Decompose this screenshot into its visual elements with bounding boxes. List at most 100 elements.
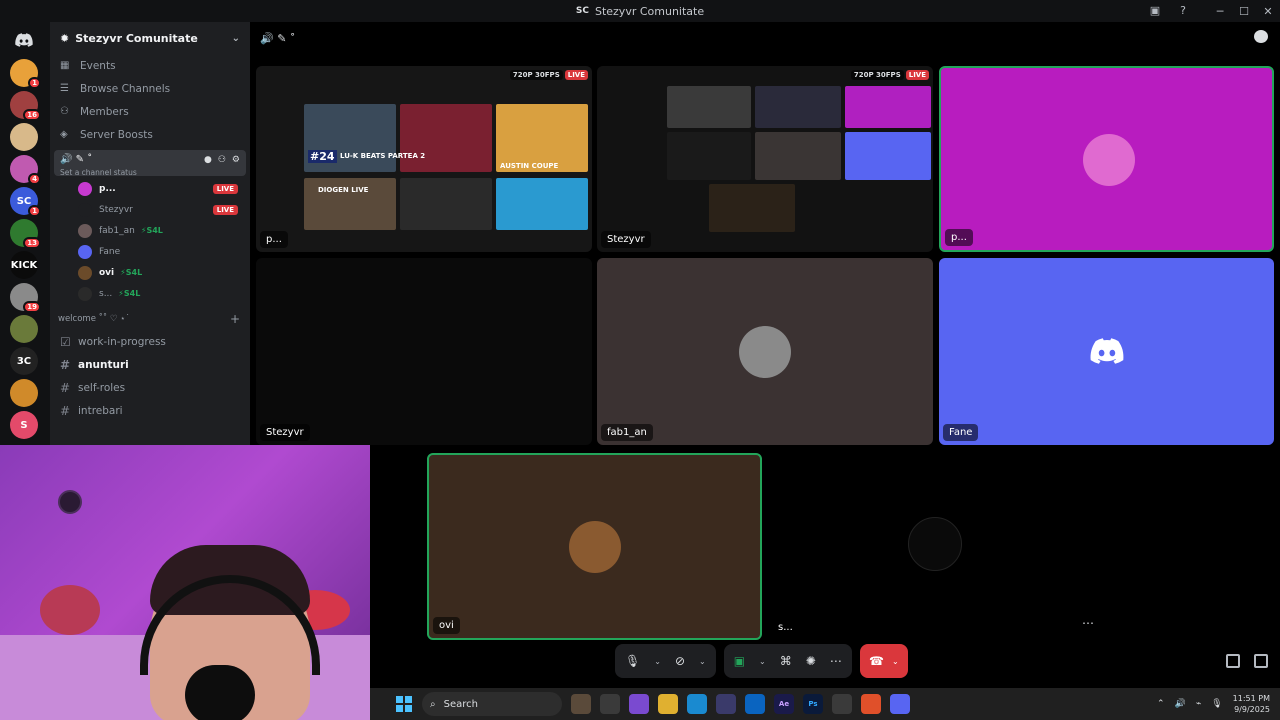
server-icon[interactable]: S [10, 411, 38, 439]
more-options-icon[interactable]: ⋯ [1082, 616, 1094, 630]
channel-anunturi[interactable]: # anunturi [50, 353, 250, 376]
stream-tile-stezyvr[interactable]: 720P 30FPS LIVE Stezyvr [597, 66, 933, 252]
voice-channel-active[interactable]: 🔊 ✎ ˚ ● ⚇ ⚙ Set a channel status [54, 150, 246, 177]
add-member-icon[interactable]: ⚇ [218, 155, 226, 165]
popout-icon[interactable] [1226, 654, 1240, 668]
channel-status[interactable]: Set a channel status [60, 168, 240, 177]
taskview-icon[interactable] [571, 694, 591, 714]
screen-share-icon[interactable]: ▣ [734, 654, 745, 668]
chevron-down-icon[interactable]: ⌄ [759, 657, 766, 666]
mic-tray-icon[interactable]: 🎙 [1211, 699, 1222, 709]
voice-member[interactable]: fab1_an ⚡S4L [50, 220, 250, 241]
server-icon[interactable]: 4 [10, 155, 41, 185]
store-icon[interactable] [716, 694, 736, 714]
member-name: Fane [99, 246, 121, 257]
photoshop-icon[interactable]: Ps [803, 694, 823, 714]
minimize-button[interactable]: ─ [1208, 5, 1232, 18]
activity-icon[interactable]: ⌘ [780, 654, 792, 668]
avatar [78, 265, 92, 280]
volume-icon[interactable]: 🔊 [1175, 699, 1186, 709]
voice-channel-name: 🔊 ✎ ˚ [60, 154, 93, 165]
phone-hangup-icon: ☎ [868, 654, 884, 668]
voice-member[interactable]: ovi ⚡S4L [50, 262, 250, 283]
quality-badge: 720P 30FPS [850, 70, 904, 80]
chevron-down-icon[interactable]: ⌄ [892, 657, 899, 666]
live-badge: LIVE [564, 70, 588, 80]
server-icon[interactable] [10, 123, 38, 151]
server-icon[interactable]: 16 [10, 91, 41, 121]
help-icon[interactable]: ? [1176, 3, 1190, 17]
stage-header: 🔊 ✎ ˚ [250, 22, 1280, 54]
av-controls: 🎙 ⌄ ⊘ ⌄ [615, 644, 716, 678]
obs-icon[interactable] [832, 694, 852, 714]
channel-work-in-progress[interactable]: ☑ work-in-progress [50, 330, 250, 353]
fullscreen-icon[interactable] [1254, 654, 1268, 668]
server-icon[interactable]: KICK [10, 251, 38, 279]
nav-server-boosts[interactable]: ◈ Server Boosts [50, 123, 250, 146]
copilot-icon[interactable] [629, 694, 649, 714]
search-icon: ⌕ [430, 698, 436, 710]
channel-hash-icon: # [60, 380, 71, 395]
file-explorer-icon[interactable] [658, 694, 678, 714]
windows-taskbar: ⌕ Search Ae Ps ⌃ 🔊 ⌁ 🎙 11:51 PM 9/9/2025 [370, 688, 1280, 720]
maximize-button[interactable]: ☐ [1232, 5, 1256, 18]
voice-member[interactable]: Fane [50, 241, 250, 262]
chevron-down-icon[interactable]: ⌄ [699, 657, 706, 666]
user-tile-fab1an[interactable]: fab1_an [597, 258, 933, 445]
category-welcome[interactable]: welcome ˚˚ ♡ ⋆˙ + [50, 308, 250, 330]
video-badge: #24 [308, 150, 337, 163]
notification-badge: 1 [28, 205, 41, 217]
network-icon[interactable]: ⌁ [1196, 699, 1201, 709]
more-icon[interactable]: ⋯ [830, 654, 842, 668]
chevron-down-icon[interactable]: ⌄ [232, 33, 240, 44]
channel-intrebari[interactable]: # intrebari [50, 399, 250, 422]
server-icon[interactable]: 13 [10, 219, 41, 249]
chevron-up-icon[interactable]: ⌃ [1157, 699, 1165, 709]
server-icon[interactable]: 1 [10, 59, 41, 89]
brave-icon[interactable] [861, 694, 881, 714]
outlook-icon[interactable] [745, 694, 765, 714]
voice-member[interactable]: s... ⚡S4L [50, 283, 250, 304]
voice-member[interactable]: p... LIVE [50, 178, 250, 199]
microphone-icon[interactable]: 🎙 [625, 654, 640, 668]
user-tile-ovi[interactable]: ovi [427, 453, 762, 640]
server-icon[interactable]: SC 1 [10, 187, 41, 217]
chat-icon[interactable]: ● [204, 155, 212, 165]
server-icon[interactable] [10, 315, 38, 343]
guild-header[interactable]: ✹ Stezyvr Comunitate ⌄ [50, 22, 250, 54]
user-tile-p[interactable]: p... [939, 66, 1274, 252]
add-channel-icon[interactable]: + [230, 312, 240, 326]
discord-taskbar-icon[interactable] [890, 694, 910, 714]
taskbar-search[interactable]: ⌕ Search [422, 692, 562, 716]
stream-tile-p[interactable]: #24 LU-K BEATS PARTEA 2 AUSTIN COUPE DIO… [256, 66, 592, 252]
chat-bubble-icon[interactable] [1254, 30, 1268, 43]
channel-self-roles[interactable]: # self-roles [50, 376, 250, 399]
disconnect-button[interactable]: ☎ ⌄ [859, 644, 908, 678]
windows-start-icon[interactable] [396, 696, 412, 712]
chevron-down-icon[interactable]: ⌄ [654, 657, 661, 666]
nav-browse-channels[interactable]: ☰ Browse Channels [50, 77, 250, 100]
activity-controls: ▣ ⌄ ⌘ ✺ ⋯ [723, 644, 852, 678]
user-tile-s[interactable]: s... [768, 453, 1103, 640]
channel-name: work-in-progress [78, 335, 166, 348]
home-button[interactable] [10, 26, 38, 54]
nav-members[interactable]: ⚇ Members [50, 100, 250, 123]
clock[interactable]: 11:51 PM 9/9/2025 [1233, 693, 1270, 715]
soundboard-icon[interactable]: ✺ [806, 654, 816, 668]
user-tile-stezyvr[interactable]: Stezyvr [256, 258, 592, 445]
widgets-icon[interactable] [600, 694, 620, 714]
edge-icon[interactable] [687, 694, 707, 714]
camera-off-icon[interactable]: ⊘ [675, 654, 685, 668]
server-icon[interactable] [10, 379, 38, 407]
after-effects-icon[interactable]: Ae [774, 694, 794, 714]
user-tile-fane[interactable]: Fane [939, 258, 1274, 445]
inbox-icon[interactable]: ▣ [1148, 3, 1162, 17]
nav-events[interactable]: ▦ Events [50, 54, 250, 77]
voice-member[interactable]: Stezyvr LIVE [50, 199, 250, 220]
close-button[interactable]: ✕ [1256, 5, 1280, 18]
server-icon[interactable]: 3C [10, 347, 38, 375]
system-tray: ⌃ 🔊 ⌁ 🎙 11:51 PM 9/9/2025 [1157, 688, 1270, 720]
gear-icon[interactable]: ⚙ [232, 155, 240, 165]
notification-badge: 1 [28, 77, 41, 89]
server-icon[interactable]: 19 [10, 283, 41, 313]
